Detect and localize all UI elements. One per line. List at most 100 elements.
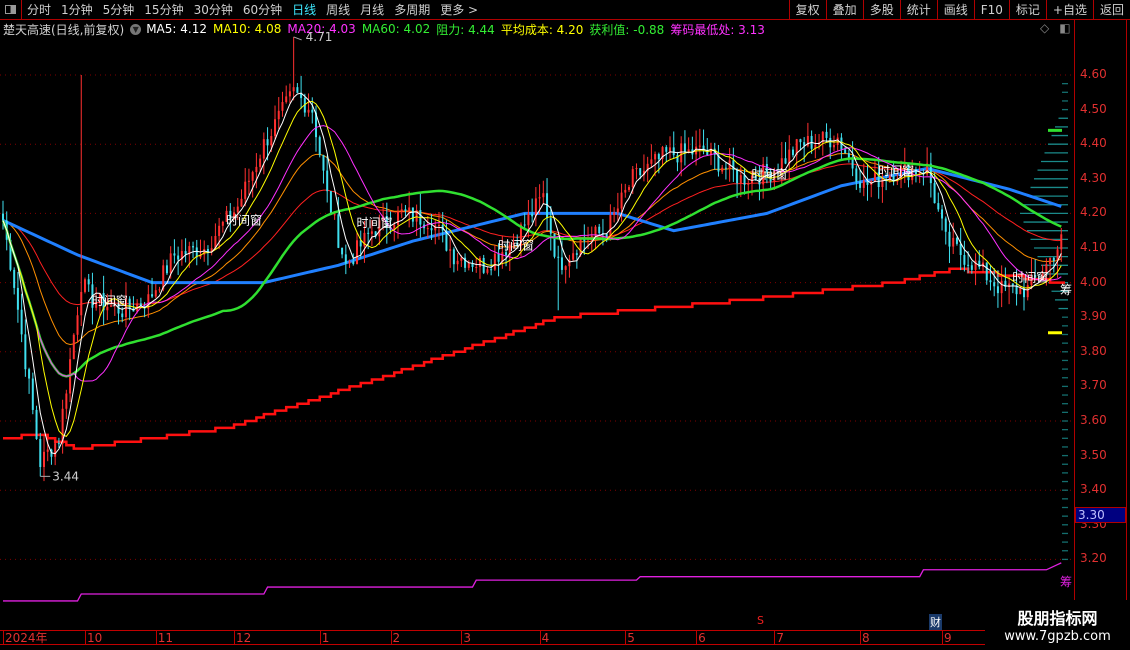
candle-body <box>326 170 329 192</box>
candle-body <box>855 168 858 182</box>
candle-body <box>28 369 31 379</box>
candle-body <box>967 264 970 266</box>
candle-body <box>952 237 955 247</box>
candle-body <box>367 232 370 234</box>
toolbar-button[interactable]: 返回 <box>1092 0 1130 20</box>
price-tick: 3.40 <box>1080 482 1107 497</box>
candle-body <box>240 198 243 207</box>
candle-body <box>341 247 344 255</box>
price-chart[interactable]: 时间窗时间窗 时间窗时间窗时间窗 时间窗时间窗筹筹4.713.44 <box>0 0 1074 630</box>
candle-body <box>274 119 277 136</box>
price-tick: 3.50 <box>1080 447 1107 462</box>
candle-body <box>989 280 992 283</box>
candle-body <box>680 143 683 163</box>
candle-body <box>549 218 552 234</box>
candle-body <box>244 181 247 199</box>
candle-body <box>631 169 634 188</box>
ma10-line <box>2 100 1062 437</box>
time-window-label: 时间窗 <box>878 164 914 178</box>
candle-body <box>799 139 802 143</box>
time-window-label: 时间窗 <box>751 167 787 181</box>
candle-body <box>344 254 347 264</box>
candle-body <box>628 187 631 190</box>
candle-body <box>948 231 951 247</box>
month-label: 10 <box>84 631 103 645</box>
candle-body <box>534 198 537 217</box>
candle-body <box>933 183 936 204</box>
candle-body <box>587 240 590 242</box>
candle-body <box>572 253 575 260</box>
candle-body <box>914 169 917 175</box>
candle-body <box>486 269 489 273</box>
candle-body <box>151 294 154 297</box>
month-label: 11 <box>155 631 174 645</box>
candle-body <box>13 269 16 288</box>
candle-body <box>523 224 526 226</box>
price-tick: 3.20 <box>1080 551 1107 566</box>
candle-body <box>1049 257 1052 265</box>
s-marker[interactable]: S <box>757 614 764 627</box>
candle-body <box>970 265 973 270</box>
candle-body <box>490 269 493 271</box>
candle-body <box>844 149 847 154</box>
price-tick: 3.70 <box>1080 378 1107 393</box>
candle-body <box>352 261 355 264</box>
month-label: 2 <box>390 631 401 645</box>
candle-body <box>531 213 534 217</box>
candle-body <box>262 139 265 159</box>
candle-body <box>654 154 657 160</box>
low-label: 3.44 <box>52 469 79 483</box>
candle-body <box>657 154 660 160</box>
candle-body <box>1000 280 1003 294</box>
candle-body <box>721 167 724 172</box>
ma60-line <box>1 157 1062 378</box>
candle-body <box>42 451 45 467</box>
month-label: 1 <box>319 631 330 645</box>
high-label: 4.71 <box>306 30 333 44</box>
candle-body <box>575 253 578 255</box>
candle-body <box>847 153 850 158</box>
candle-body <box>72 334 75 360</box>
candle-body <box>173 253 176 256</box>
candle-body <box>460 257 463 261</box>
month-label: 6 <box>696 631 706 645</box>
chip-low-line <box>3 562 1062 602</box>
candle-body <box>329 191 332 215</box>
candle-body <box>873 172 876 182</box>
candle-body <box>613 212 616 216</box>
candle-body <box>251 172 254 181</box>
month-label: 2024年 <box>3 631 48 645</box>
candle-body <box>579 238 582 255</box>
candle-body <box>788 149 791 164</box>
ma5-line <box>2 92 1062 455</box>
candle-body <box>270 135 273 146</box>
candle-body <box>165 265 168 274</box>
candle-body <box>2 213 4 221</box>
candle-body <box>296 87 299 93</box>
candle-body <box>277 110 280 120</box>
candle-body <box>669 147 672 152</box>
candle-body <box>83 279 86 292</box>
cost-step-line <box>3 267 1065 450</box>
watermark: 股朋指标网 www.7gpzb.com <box>985 600 1130 650</box>
candle-body <box>437 224 440 226</box>
candle-body <box>1060 234 1063 250</box>
candle-body <box>478 257 481 267</box>
candle-body <box>616 208 619 213</box>
candle-body <box>959 243 962 256</box>
candle-body <box>404 209 407 211</box>
current-price-tag: 3.30 <box>1075 507 1126 523</box>
candle-body <box>944 218 947 232</box>
candle-body <box>255 166 258 173</box>
price-axis-line <box>1074 20 1075 630</box>
candle-body <box>698 145 701 147</box>
price-tick: 3.90 <box>1080 309 1107 324</box>
candle-body <box>35 409 38 439</box>
candle-body <box>598 226 601 234</box>
price-tick: 3.80 <box>1080 343 1107 358</box>
candle-body <box>318 137 321 156</box>
candle-body <box>493 253 496 270</box>
finance-marker[interactable]: 财 <box>929 614 942 630</box>
time-window-label: 时间窗 <box>498 238 534 252</box>
candle-body <box>739 175 742 184</box>
